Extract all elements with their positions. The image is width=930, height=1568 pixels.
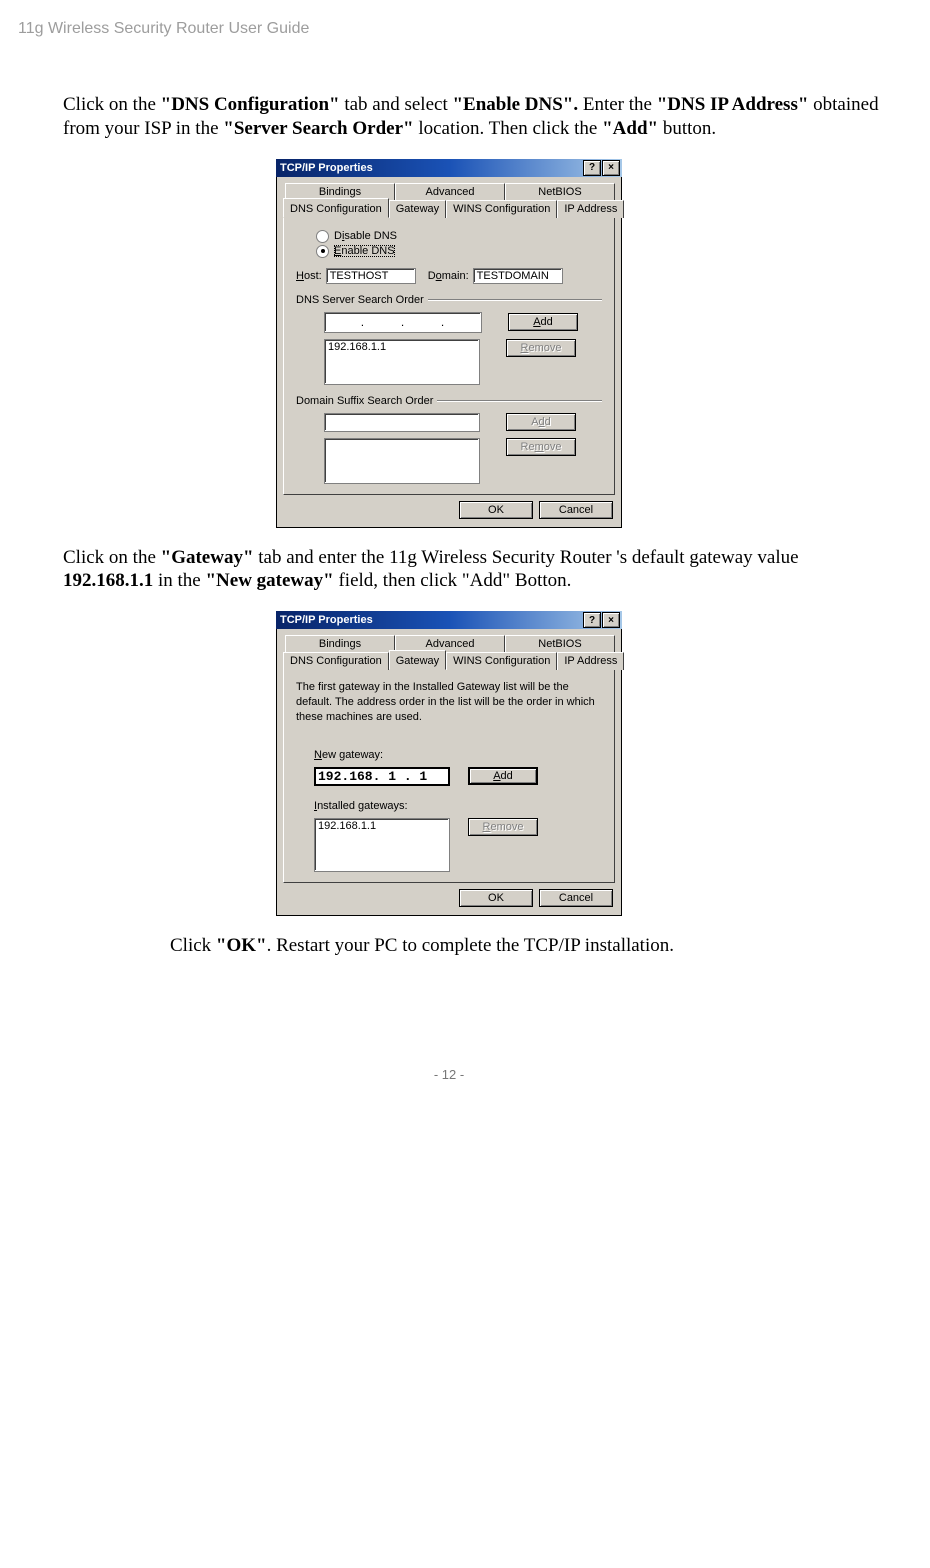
titlebar[interactable]: TCP/IP Properties ? × — [276, 159, 622, 177]
text-bold: "Server Search Order" — [223, 118, 413, 139]
installed-gateways-label: Installed gateways: — [314, 800, 602, 812]
group-label: DNS Server Search Order — [296, 294, 424, 306]
paragraph-3: Click "OK". Restart your PC to complete … — [170, 934, 880, 958]
tcpip-properties-dialog-gateway: TCP/IP Properties ? × Bindings Advanced … — [276, 611, 622, 916]
text: Click — [170, 935, 216, 956]
dns-list[interactable]: 192.168.1.1 — [324, 339, 480, 385]
page-header: 11g Wireless Security Router User Guide — [18, 20, 880, 38]
add-button[interactable]: Add — [506, 413, 576, 431]
text: tab and enter the 11g Wireless Security … — [254, 547, 799, 568]
tab-netbios[interactable]: NetBIOS — [505, 635, 615, 652]
radio-icon — [316, 245, 329, 258]
tab-gateway[interactable]: Gateway — [389, 200, 446, 218]
text-bold: "DNS IP Address" — [657, 94, 809, 115]
radio-label: Enable DNS — [334, 245, 395, 257]
radio-label: Disable DNS — [334, 230, 397, 242]
text: Click on the — [63, 94, 161, 115]
explanation-text: The first gateway in the Installed Gatew… — [296, 680, 602, 725]
ok-button[interactable]: OK — [459, 501, 533, 519]
text: . Restart your PC to complete the TCP/IP… — [267, 935, 674, 956]
text: Click on the — [63, 547, 161, 568]
suffix-list[interactable] — [324, 438, 480, 484]
titlebar[interactable]: TCP/IP Properties ? × — [276, 611, 622, 629]
text: tab and select — [340, 94, 453, 115]
tab-netbios[interactable]: NetBIOS — [505, 183, 615, 200]
paragraph-1: Click on the "DNS Configuration" tab and… — [63, 93, 880, 141]
window-title: TCP/IP Properties — [280, 614, 373, 626]
domain-label: Domain: — [428, 270, 469, 282]
close-button[interactable]: × — [602, 160, 620, 176]
radio-enable-dns[interactable]: Enable DNS — [316, 245, 602, 258]
tab-ip-address[interactable]: IP Address — [557, 200, 624, 218]
add-button[interactable]: Add — [468, 767, 538, 785]
text: button. — [658, 118, 716, 139]
host-label: Host: — [296, 270, 322, 282]
tab-wins-configuration[interactable]: WINS Configuration — [446, 652, 557, 670]
tab-gateway[interactable]: Gateway — [389, 650, 446, 670]
tab-wins-configuration[interactable]: WINS Configuration — [446, 200, 557, 218]
remove-button[interactable]: Remove — [468, 818, 538, 836]
new-gateway-label: New gateway: — [314, 749, 602, 761]
paragraph-2: Click on the "Gateway" tab and enter the… — [63, 546, 880, 594]
text-bold: "Enable DNS". — [452, 94, 578, 115]
text-bold: "Add" — [602, 118, 658, 139]
text: in the — [153, 570, 205, 591]
ok-button[interactable]: OK — [459, 889, 533, 907]
domain-input[interactable]: TESTDOMAIN — [473, 268, 563, 284]
text-bold: "OK" — [216, 935, 267, 956]
dns-ip-input[interactable]: ... — [324, 312, 482, 333]
text: Enter the — [578, 94, 657, 115]
help-button[interactable]: ? — [583, 160, 601, 176]
page-footer: - 12 - — [18, 1067, 880, 1082]
text-bold: "Gateway" — [161, 547, 254, 568]
suffix-input[interactable] — [324, 413, 480, 432]
radio-icon — [316, 230, 329, 243]
remove-button[interactable]: Remove — [506, 339, 576, 357]
add-button[interactable]: Add — [508, 313, 578, 331]
cancel-button[interactable]: Cancel — [539, 501, 613, 519]
host-input[interactable]: TESTHOST — [326, 268, 416, 284]
remove-button[interactable]: Remove — [506, 438, 576, 456]
cancel-button[interactable]: Cancel — [539, 889, 613, 907]
text-bold: 192.168.1.1 — [63, 570, 153, 591]
text-bold: "DNS Configuration" — [161, 94, 340, 115]
text-bold: "New gateway" — [206, 570, 334, 591]
window-title: TCP/IP Properties — [280, 162, 373, 174]
close-button[interactable]: × — [602, 612, 620, 628]
radio-disable-dns[interactable]: Disable DNS — [316, 230, 602, 243]
tab-dns-configuration[interactable]: DNS Configuration — [283, 198, 389, 218]
group-label: Domain Suffix Search Order — [296, 395, 433, 407]
new-gateway-input[interactable]: 192.168. 1 . 1 — [314, 767, 450, 786]
text: location. Then click the — [414, 118, 603, 139]
tcpip-properties-dialog-dns: TCP/IP Properties ? × Bindings Advanced … — [276, 159, 622, 528]
installed-gateways-list[interactable]: 192.168.1.1 — [314, 818, 450, 872]
tab-advanced[interactable]: Advanced — [395, 183, 505, 200]
tab-ip-address[interactable]: IP Address — [557, 652, 624, 670]
tab-bindings[interactable]: Bindings — [285, 635, 395, 652]
text: field, then click "Add" Botton. — [334, 570, 572, 591]
help-button[interactable]: ? — [583, 612, 601, 628]
tab-dns-configuration[interactable]: DNS Configuration — [283, 652, 389, 670]
